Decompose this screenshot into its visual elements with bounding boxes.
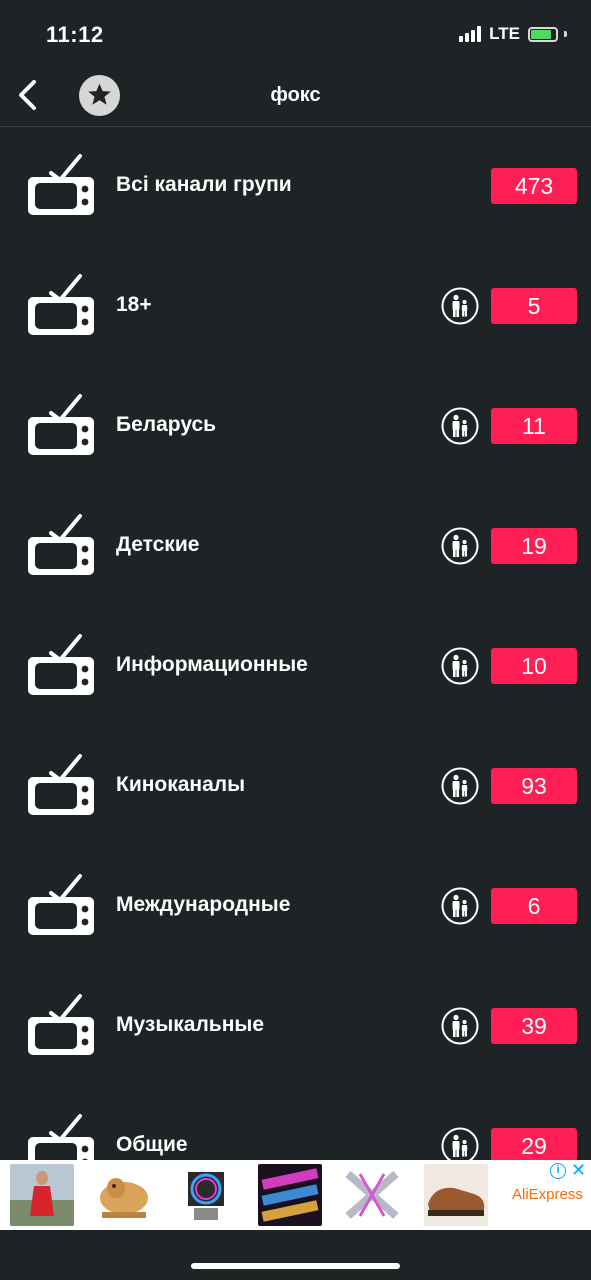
battery-fill	[531, 29, 551, 39]
channel-count-badge: 29	[491, 1128, 577, 1160]
channel-count-badge: 5	[491, 288, 577, 324]
channel-count-badge: 473	[491, 168, 577, 204]
channel-count-badge: 39	[491, 1008, 577, 1044]
channel-group-row[interactable]: Киноканалы 93	[0, 727, 591, 847]
battery-cap	[564, 31, 567, 37]
channel-group-label: Международные	[116, 893, 291, 916]
tv-icon	[26, 1109, 96, 1160]
channel-group-label: 18+	[116, 293, 152, 316]
ad-product-image[interactable]	[10, 1164, 74, 1226]
status-indicators: LTE	[459, 24, 567, 44]
parental-control-icon[interactable]	[441, 527, 479, 565]
parental-control-icon[interactable]	[441, 1127, 479, 1160]
bottom-safe-area	[0, 1230, 591, 1280]
navigation-bar: фокс	[0, 64, 591, 127]
channel-group-label: Беларусь	[116, 413, 217, 436]
status-bar: 11:12 LTE	[0, 0, 591, 64]
channel-group-label: Киноканалы	[116, 773, 246, 796]
channel-count-badge: 10	[491, 648, 577, 684]
channel-group-row[interactable]: Общие 29	[0, 1087, 591, 1160]
ad-brand-label[interactable]: AliExpress	[512, 1186, 583, 1203]
page-title: фокс	[270, 84, 321, 106]
parental-control-icon[interactable]	[441, 407, 479, 445]
parental-control-icon[interactable]	[441, 767, 479, 805]
channel-count-badge: 6	[491, 888, 577, 924]
tv-icon	[26, 149, 96, 222]
battery-icon	[528, 26, 558, 42]
channel-group-label: Информационные	[116, 653, 308, 676]
tv-icon	[26, 629, 96, 702]
close-icon[interactable]: ✕	[571, 1160, 586, 1181]
channel-group-label: Общие	[116, 1133, 188, 1156]
channel-group-list: Всі канали групи 473 18+ 5 Беларусь 11 Детские…	[0, 127, 591, 1160]
parental-control-icon[interactable]	[441, 287, 479, 325]
parental-control-icon[interactable]	[441, 647, 479, 685]
channel-group-row[interactable]: Детские 19	[0, 487, 591, 607]
home-indicator[interactable]	[191, 1263, 400, 1269]
channel-group-label: Музыкальные	[116, 1013, 265, 1036]
tv-icon	[26, 509, 96, 582]
ad-product-image[interactable]	[92, 1164, 156, 1226]
channel-group-label: Всі канали групи	[116, 173, 292, 196]
channel-count-badge: 93	[491, 768, 577, 804]
ad-product-image[interactable]	[340, 1164, 404, 1226]
channel-count-badge: 11	[491, 408, 577, 444]
channel-group-label: Детские	[116, 533, 200, 556]
status-time: 11:12	[46, 22, 104, 47]
channel-group-row[interactable]: Всі канали групи 473	[0, 127, 591, 247]
network-label: LTE	[489, 24, 520, 43]
info-icon[interactable]: i	[550, 1163, 566, 1179]
tv-icon	[26, 269, 96, 342]
parental-control-icon[interactable]	[441, 1007, 479, 1045]
signal-icon	[459, 26, 482, 42]
parental-control-icon[interactable]	[441, 887, 479, 925]
ad-product-image[interactable]	[424, 1164, 488, 1226]
channel-group-row[interactable]: Информационные 10	[0, 607, 591, 727]
channel-group-row[interactable]: Музыкальные 39	[0, 967, 591, 1087]
tv-icon	[26, 869, 96, 942]
channel-group-row[interactable]: Международные 6	[0, 847, 591, 967]
channel-count-badge: 19	[491, 528, 577, 564]
tv-icon	[26, 749, 96, 822]
tv-icon	[26, 389, 96, 462]
ad-product-image[interactable]	[174, 1164, 238, 1226]
channel-group-row[interactable]: 18+ 5	[0, 247, 591, 367]
channel-group-row[interactable]: Беларусь 11	[0, 367, 591, 487]
ad-banner[interactable]: AliExpress i ✕	[0, 1160, 591, 1230]
ad-product-image[interactable]	[258, 1164, 322, 1226]
tv-icon	[26, 989, 96, 1062]
